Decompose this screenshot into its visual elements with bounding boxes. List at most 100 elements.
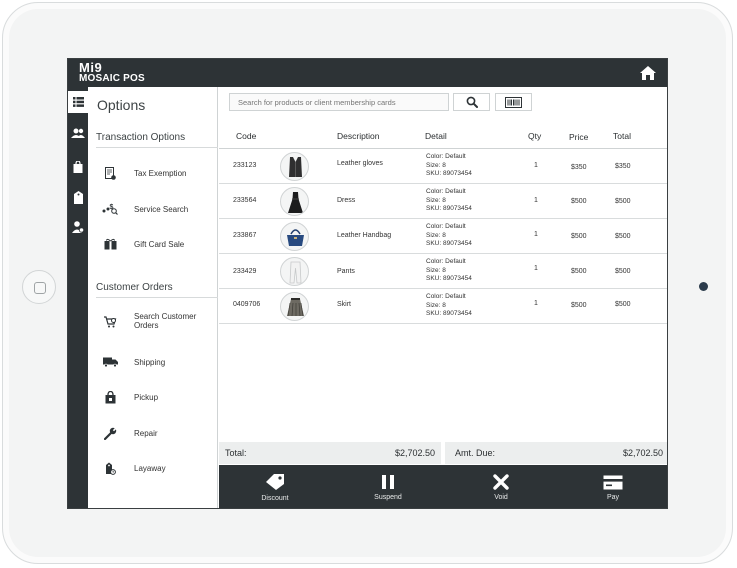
void-button[interactable]: Void [445,465,557,508]
options-title: Options [97,97,146,113]
row-price: $500 [571,198,587,205]
amount-due-label: Amt. Due: [455,448,496,458]
rail-bag-item[interactable] [68,156,88,178]
action-label: Pay [606,493,620,501]
column-header-description: Description [337,131,380,141]
total-box: Total: $2,702.50 [219,442,441,464]
rail-user-settings-item[interactable] [68,216,88,238]
option-gift-card-sale[interactable]: Gift Card Sale [102,232,214,256]
barcode-icon [505,96,522,108]
column-header-qty: Qty [528,131,542,141]
table-row[interactable]: 0409706 Skirt Color: Default Size: 8 SKU… [219,289,667,324]
detail-line: Color: Default [426,258,466,265]
row-detail: Color: Default Size: 8 SKU: 89073454 [426,293,472,319]
cart-panel: Code Description Detail Qty Price Total … [219,87,667,508]
action-label: Void [494,494,508,501]
service-search-icon: $ [102,201,118,217]
pay-button[interactable]: Pay [557,465,667,508]
row-price: $350 [571,164,587,171]
option-service-search[interactable]: $ Service Search [102,197,214,221]
icon-rail [68,87,88,508]
option-pickup[interactable]: Pickup [102,385,214,409]
layaway-icon [102,460,118,476]
detail-line: SKU: 89073454 [426,170,472,177]
wrench-icon [102,425,118,441]
device-home-button[interactable] [22,270,56,304]
product-thumbnail [280,152,309,181]
detail-line: Size: 8 [426,196,446,204]
product-thumbnail [280,187,309,216]
row-description: Leather Handbag [337,232,392,239]
suspend-button[interactable]: Suspend [332,465,444,508]
row-total: $350 [615,163,631,170]
barcode-scan-button[interactable] [495,93,532,111]
detail-line: SKU: 89073454 [426,240,472,247]
search-icon [466,96,478,108]
x-icon [493,474,509,490]
detail-line: Color: Default [426,188,466,195]
row-price: $500 [571,268,587,275]
row-qty: 1 [534,300,538,307]
tax-document-icon [102,165,118,181]
option-tax-exemption[interactable]: Tax Exemption [102,161,214,185]
detail-line: Color: Default [426,153,466,160]
row-price: $500 [571,302,587,309]
home-icon[interactable] [639,65,657,81]
column-header-code: Code [236,131,257,141]
row-code: 233564 [233,197,257,204]
row-description: Pants [337,268,355,275]
action-bar: Discount Suspend Void Pay [219,465,667,508]
discount-button[interactable]: Discount [219,465,331,508]
detail-line: SKU: 89073454 [426,205,472,212]
row-price: $500 [571,233,587,240]
detail-line: SKU: 89073454 [426,275,472,282]
product-thumbnail [280,222,309,251]
option-label: Pickup [134,392,159,402]
table-row[interactable]: 233123 Leather gloves Color: Default Siz… [219,149,667,184]
section-transaction-options: Transaction Options [96,132,218,148]
detail-line: Size: 8 [426,301,446,309]
detail-line: SKU: 89073454 [426,310,472,317]
rail-list-item[interactable] [68,91,88,113]
detail-line: Size: 8 [426,266,446,274]
table-row[interactable]: 233564 Dress Color: Default Size: 8 SKU:… [219,184,667,219]
table-row[interactable]: 233429 Pants Color: Default Size: 8 SKU:… [219,254,667,289]
search-input[interactable] [229,93,449,111]
search-button[interactable] [453,93,490,111]
row-code: 233867 [233,232,257,239]
option-label: Repair [134,428,158,438]
users-icon [71,128,85,138]
row-detail: Color: Default Size: 8 SKU: 89073454 [426,223,472,249]
table-row[interactable]: 233867 Leather Handbag Color: Default Si… [219,219,667,254]
option-shipping[interactable]: Shipping [102,350,214,374]
option-search-customer-orders[interactable]: Search Customer Orders [102,309,214,333]
row-description: Leather gloves [337,160,383,167]
rail-customers-item[interactable] [68,122,88,144]
list-icon [72,97,84,107]
option-layaway[interactable]: Layaway [102,456,214,480]
option-label: Gift Card Sale [134,239,185,249]
column-header-total: Total [613,131,631,141]
row-qty: 1 [534,231,538,238]
rail-tag-item[interactable] [68,186,88,208]
totals-bar: Total: $2,702.50 Amt. Due: $2,702.50 [219,442,667,464]
option-label: Shipping [134,357,166,367]
logo-sub: MOSAIC POS [79,73,145,84]
product-thumbnail [280,292,309,321]
detail-line: Color: Default [426,293,466,300]
option-label: Service Search [134,204,189,214]
camera-icon [699,282,708,291]
row-code: 0409706 [233,301,261,308]
truck-icon [102,354,118,370]
amount-due-box: Amt. Due: $2,702.50 [445,442,667,464]
row-code: 233123 [233,162,257,169]
options-panel: Options Transaction Options Tax Exemptio… [88,87,218,508]
detail-line: Size: 8 [426,161,446,169]
row-qty: 1 [534,162,538,169]
action-label: Discount [261,495,289,502]
product-thumbnail [280,257,309,286]
option-repair[interactable]: Repair [102,421,214,445]
card-icon [603,475,623,489]
home-square-icon [34,282,46,294]
row-detail: Color: Default Size: 8 SKU: 89073454 [426,258,472,284]
